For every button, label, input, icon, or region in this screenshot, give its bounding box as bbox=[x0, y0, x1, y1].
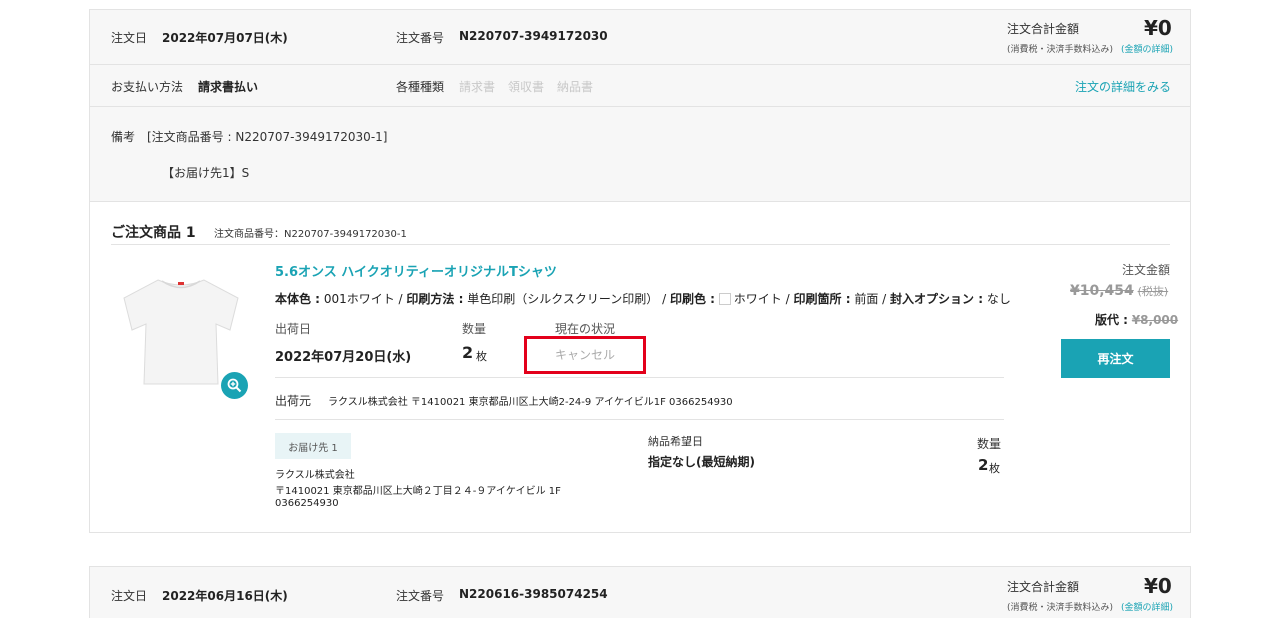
price-label: 注文金額 bbox=[1122, 263, 1171, 277]
print-position-label: 印刷箇所 : bbox=[793, 292, 851, 306]
print-color: ホワイト bbox=[733, 292, 782, 306]
body-color-label: 本体色 : bbox=[275, 292, 320, 306]
delivery-qty-unit: 枚 bbox=[989, 462, 1000, 475]
spec-separator: / bbox=[882, 292, 887, 306]
order-date-label: 注文日 bbox=[111, 589, 148, 603]
plate-fee-block: 版代 : ¥8,000 bbox=[1095, 311, 1178, 328]
price-tax-note: (税抜) bbox=[1137, 285, 1169, 298]
spec-separator: / bbox=[398, 292, 403, 306]
desired-date-value: 指定なし(最短納期) bbox=[648, 455, 755, 469]
ship-date-label: 出荷日 bbox=[275, 322, 312, 336]
total-value: ¥0 bbox=[1144, 574, 1172, 598]
note-line-2: 【お届け先1】S bbox=[162, 166, 250, 180]
item-section-title: ご注文商品 1 bbox=[111, 225, 196, 241]
product-specs: 本体色 : 001ホワイト / 印刷方法 : 単色印刷（シルクスクリーン印刷） … bbox=[275, 290, 1011, 307]
quantity-value: 2 bbox=[462, 343, 474, 362]
delivery-slip-link[interactable]: 納品書 bbox=[557, 78, 593, 95]
payment-label: お支払い方法 bbox=[111, 80, 184, 94]
note-label: 備考 bbox=[111, 130, 136, 144]
ship-date: 2022年07月20日(水) bbox=[275, 350, 412, 365]
ship-from-label: 出荷元 bbox=[275, 394, 312, 408]
order-number-label: 注文番号 bbox=[396, 31, 445, 45]
order-card: 注文日 2022年06月16日(木) 注文番号 N220616-39850742… bbox=[89, 566, 1191, 618]
delivery-qty-value: 2 bbox=[978, 456, 989, 474]
order-header: 注文日 2022年07月07日(木) 注文番号 N220707-39491720… bbox=[90, 10, 1190, 65]
plate-fee-value: ¥8,000 bbox=[1131, 313, 1179, 327]
total-detail-link[interactable]: (金額の詳細) bbox=[1121, 42, 1173, 55]
spec-separator: / bbox=[662, 292, 667, 306]
order-number-label: 注文番号 bbox=[396, 589, 445, 603]
total-note: (消費税・決済手数料込み) bbox=[1007, 45, 1114, 55]
total-detail-link[interactable]: (金額の詳細) bbox=[1121, 600, 1173, 613]
total-value: ¥0 bbox=[1144, 16, 1172, 40]
payment-value: 請求書払い bbox=[198, 80, 259, 94]
print-method: 単色印刷（シルクスクリーン印刷） bbox=[467, 292, 659, 306]
order-number: N220707-3949172030 bbox=[459, 29, 608, 43]
body-color: 001ホワイト bbox=[323, 292, 395, 306]
order-date: 2022年06月16日(木) bbox=[162, 589, 288, 603]
plate-fee-label: 版代 : bbox=[1095, 313, 1128, 327]
quantity-unit: 枚 bbox=[476, 350, 487, 363]
order-date-label: 注文日 bbox=[111, 31, 148, 45]
total-label: 注文合計金額 bbox=[1007, 580, 1080, 594]
payment-row: お支払い方法 請求書払い 各種種類 請求書 領収書 納品書 注文の詳細をみる bbox=[90, 65, 1190, 107]
item-number: 注文商品番号：N220707-3949172030-1 bbox=[214, 229, 407, 240]
zoom-in-icon[interactable] bbox=[221, 372, 248, 399]
reorder-button[interactable]: 再注文 bbox=[1061, 339, 1170, 378]
delivery-phone: 0366254930 bbox=[275, 498, 339, 509]
color-swatch bbox=[718, 293, 731, 305]
quantity-label: 数量 bbox=[462, 322, 487, 336]
invoice-link[interactable]: 請求書 bbox=[459, 78, 495, 95]
ship-divider bbox=[275, 377, 1004, 378]
ship-from: ラクスル株式会社 〒1410021 東京都品川区上大崎2-24-9 アイケイビル… bbox=[328, 397, 733, 408]
status-value: キャンセル bbox=[555, 348, 616, 362]
note-line-1: [注文商品番号 : N220707-3949172030-1] bbox=[147, 130, 388, 144]
order-date: 2022年07月07日(木) bbox=[162, 31, 288, 45]
order-card: 注文日 2022年07月07日(木) 注文番号 N220707-39491720… bbox=[89, 9, 1191, 533]
spec-separator: / bbox=[785, 292, 790, 306]
print-position: 前面 bbox=[854, 292, 879, 306]
desired-date-label: 納品希望日 bbox=[648, 435, 703, 448]
delivery-address: 〒1410021 東京都品川区上大崎２丁目２４-９アイケイビル 1F bbox=[275, 486, 561, 497]
price-value: ¥10,454 bbox=[1070, 283, 1134, 299]
price-block: ¥10,454 (税抜) bbox=[1070, 283, 1168, 299]
total-note: (消費税・決済手数料込み) bbox=[1007, 603, 1114, 613]
delivery-tag: お届け先 1 bbox=[275, 433, 351, 459]
print-color-label: 印刷色 : bbox=[669, 292, 715, 306]
documents-label: 各種種類 bbox=[396, 80, 445, 94]
option-value: なし bbox=[986, 292, 1011, 306]
delivery-name: ラクスル株式会社 bbox=[275, 470, 355, 481]
print-method-label: 印刷方法 : bbox=[406, 292, 464, 306]
total-label: 注文合計金額 bbox=[1007, 22, 1080, 36]
view-order-detail-link[interactable]: 注文の詳細をみる bbox=[1075, 78, 1171, 95]
delivery-qty-label: 数量 bbox=[977, 437, 1002, 451]
status-label: 現在の状況 bbox=[555, 322, 616, 336]
delivery-divider bbox=[275, 419, 1004, 420]
item-divider bbox=[111, 244, 1170, 245]
notes-row: 備考 [注文商品番号 : N220707-3949172030-1] 【お届け先… bbox=[90, 107, 1190, 202]
product-name-link[interactable]: 5.6オンス ハイクオリティーオリジナルTシャツ bbox=[275, 261, 557, 280]
option-label: 封入オプション : bbox=[890, 292, 984, 306]
receipt-link[interactable]: 領収書 bbox=[508, 78, 544, 95]
order-number: N220616-3985074254 bbox=[459, 587, 608, 601]
